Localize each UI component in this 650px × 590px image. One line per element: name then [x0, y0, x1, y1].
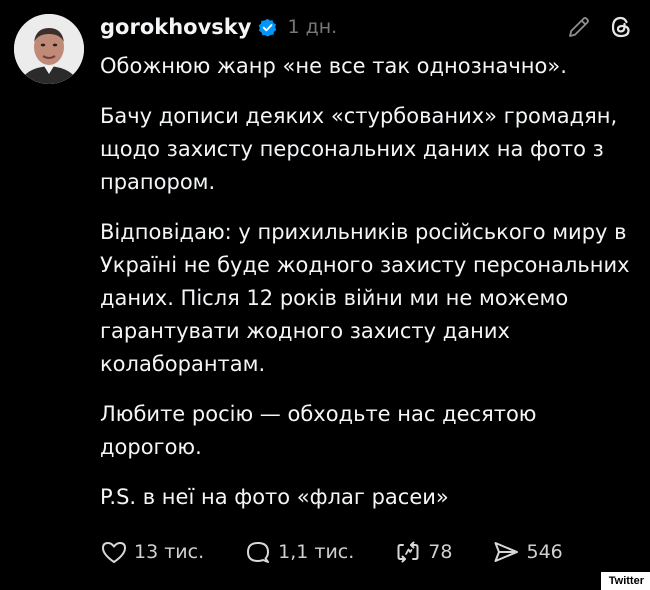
post-content: Обожнюю жанр «не все так однозначно». Ба… — [100, 50, 640, 531]
post-paragraph: Любите росію — обходьте нас десятою доро… — [100, 402, 537, 459]
source-watermark: Twitter — [600, 572, 650, 590]
avatar[interactable] — [14, 14, 84, 84]
post-paragraph: Бачу дописи деяких «стурбованих» громадя… — [100, 104, 618, 194]
reply-button[interactable]: 1,1 тис. — [244, 538, 354, 566]
repost-count: 78 — [428, 541, 453, 563]
post-time: 1 дн. — [287, 16, 338, 38]
like-button[interactable]: 13 тис. — [100, 538, 204, 566]
post-header: gorokhovsky 1 дн. — [100, 12, 337, 42]
share-count: 546 — [526, 541, 563, 563]
share-button[interactable]: 546 — [492, 538, 563, 566]
post-paragraph: Обожнюю жанр «не все так однозначно». — [100, 54, 567, 78]
post-top-actions — [566, 14, 634, 40]
send-icon — [492, 538, 520, 566]
username[interactable]: gorokhovsky — [100, 15, 251, 39]
comment-icon — [244, 538, 272, 566]
repost-icon — [394, 538, 422, 566]
threads-post: gorokhovsky 1 дн. Обожнюю жанр «не все т… — [0, 0, 650, 590]
threads-logo-icon[interactable] — [608, 14, 634, 40]
pencil-icon[interactable] — [566, 14, 592, 40]
like-count: 13 тис. — [134, 541, 205, 563]
reply-count: 1,1 тис. — [278, 541, 355, 563]
heart-icon — [100, 538, 128, 566]
verified-badge-icon — [258, 18, 277, 37]
post-actions: 13 тис. 1,1 тис. 78 546 — [100, 538, 563, 566]
post-paragraph: Відповідаю: у прихильників російського м… — [100, 220, 630, 376]
post-paragraph: P.S. в неї на фото «флаг расеи» — [100, 485, 449, 509]
repost-button[interactable]: 78 — [394, 538, 452, 566]
